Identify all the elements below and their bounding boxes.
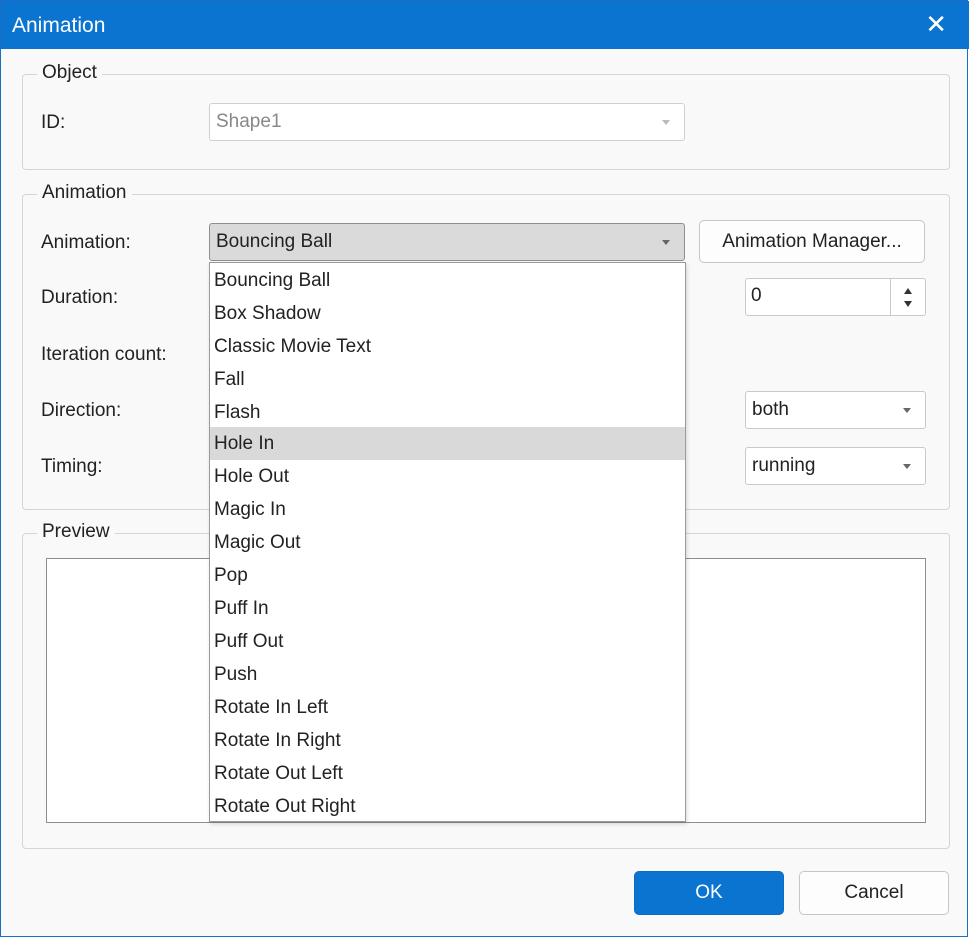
dropdown-option[interactable]: Rotate In Left <box>210 691 685 724</box>
arrow-down-icon[interactable] <box>904 301 912 307</box>
duration-label: Duration: <box>41 287 119 308</box>
dropdown-option-highlighted[interactable]: Hole In <box>210 427 685 460</box>
title-bar: Animation ✕ <box>1 1 969 49</box>
preview-group-legend: Preview <box>37 521 115 543</box>
direction-label: Direction: <box>41 400 122 421</box>
animation-dialog: Animation ✕ Object ID: Shape1 Animation … <box>0 0 969 937</box>
dropdown-option[interactable]: Rotate Out Right <box>210 790 685 823</box>
ok-button[interactable]: OK <box>634 871 784 915</box>
dropdown-option[interactable]: Puff In <box>210 592 685 625</box>
dropdown-option[interactable]: Rotate In Right <box>210 724 685 757</box>
dropdown-option[interactable]: Flash <box>210 396 685 429</box>
timing-label: Timing: <box>41 456 103 477</box>
animation-manager-button[interactable]: Animation Manager... <box>699 220 925 263</box>
chevron-down-icon <box>662 120 670 125</box>
object-group-legend: Object <box>37 62 102 84</box>
close-icon[interactable]: ✕ <box>925 9 947 40</box>
dropdown-option[interactable]: Push <box>210 658 685 691</box>
delay-stepper-value: 0 <box>751 285 762 306</box>
animation-group-legend: Animation <box>37 182 132 204</box>
iteration-count-label: Iteration count: <box>41 344 167 365</box>
fill-mode-combo[interactable]: both <box>745 391 926 429</box>
dropdown-option[interactable]: Puff Out <box>210 625 685 658</box>
play-state-value: running <box>752 455 816 476</box>
fill-mode-value: both <box>752 399 789 420</box>
dropdown-option[interactable]: Pop <box>210 559 685 592</box>
cancel-button[interactable]: Cancel <box>799 871 949 915</box>
dropdown-option[interactable]: Magic In <box>210 493 685 526</box>
play-state-combo[interactable]: running <box>745 447 926 485</box>
arrow-up-icon[interactable] <box>904 288 912 294</box>
dropdown-option[interactable]: Hole Out <box>210 460 685 493</box>
dropdown-option[interactable]: Bouncing Ball <box>210 264 685 297</box>
id-label: ID: <box>41 112 66 133</box>
dropdown-option[interactable]: Classic Movie Text <box>210 330 685 363</box>
delay-stepper[interactable]: 0 <box>745 278 926 316</box>
chevron-down-icon <box>903 464 911 469</box>
chevron-down-icon <box>903 408 911 413</box>
animation-combo-value: Bouncing Ball <box>216 231 333 252</box>
dialog-title: Animation <box>12 14 106 37</box>
dropdown-option[interactable]: Rotate Out Left <box>210 757 685 790</box>
dropdown-option[interactable]: Fall <box>210 363 685 396</box>
stepper-buttons <box>890 279 925 315</box>
dropdown-option[interactable]: Magic Out <box>210 526 685 559</box>
dropdown-option[interactable]: Box Shadow <box>210 297 685 330</box>
animation-label: Animation: <box>41 232 131 253</box>
chevron-down-icon <box>662 240 670 245</box>
animation-dropdown-list: Bouncing Ball Box Shadow Classic Movie T… <box>209 262 686 822</box>
id-combo-value: Shape1 <box>216 111 282 132</box>
id-combo[interactable]: Shape1 <box>209 103 685 141</box>
animation-combo[interactable]: Bouncing Ball <box>209 223 685 261</box>
